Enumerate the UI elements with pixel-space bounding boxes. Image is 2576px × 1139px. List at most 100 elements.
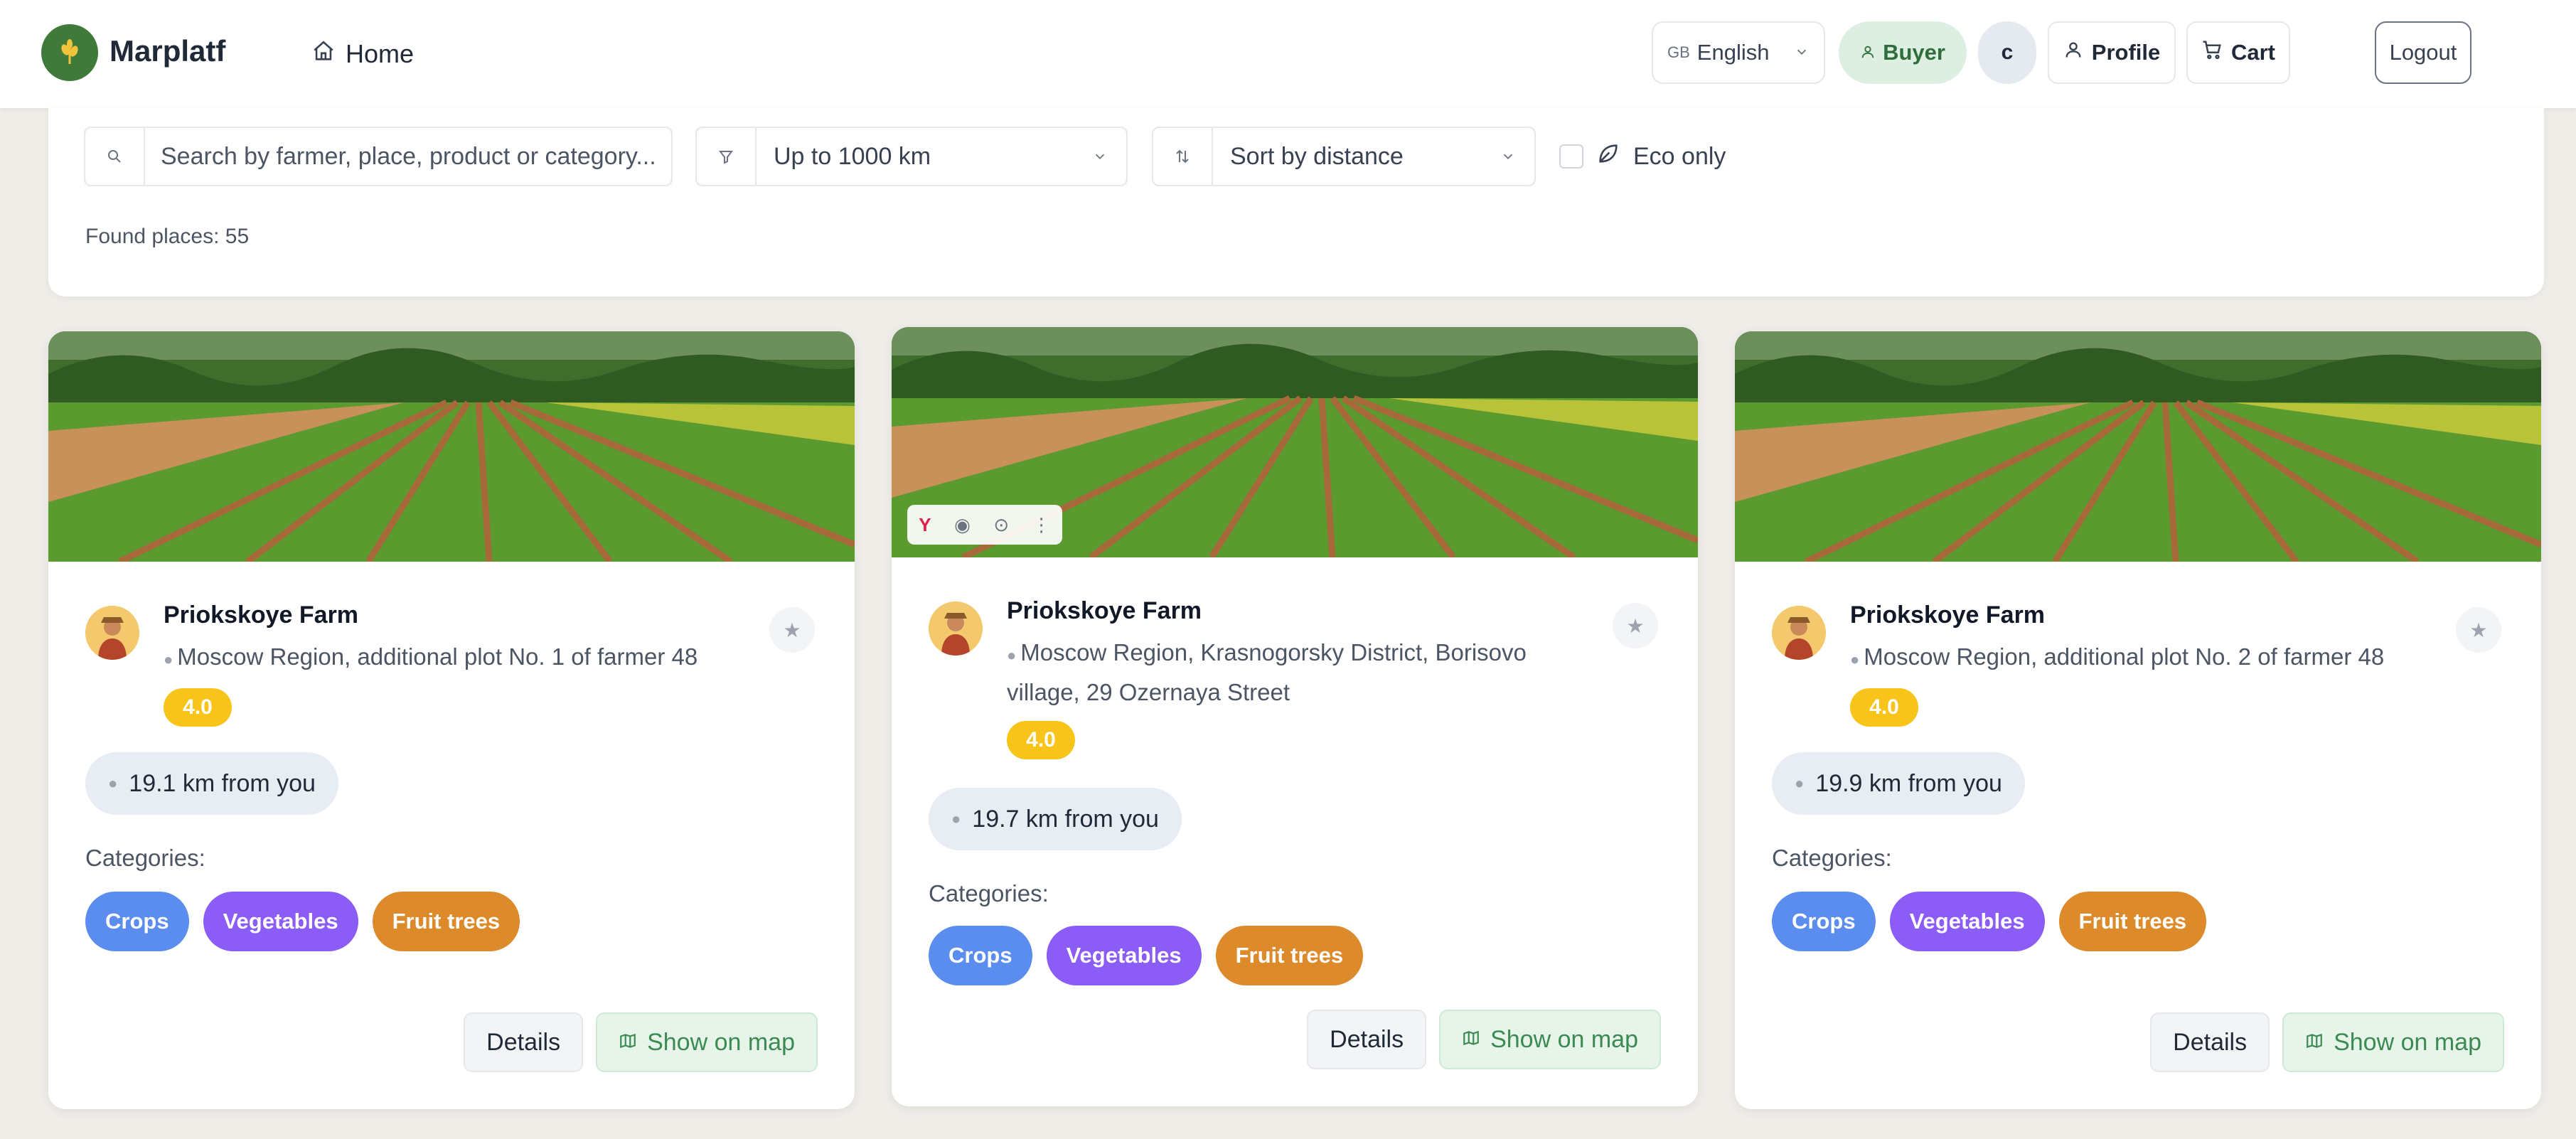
farmer-avatar bbox=[929, 601, 983, 656]
eco-label: Eco only bbox=[1633, 142, 1726, 170]
category-chip-vegetables[interactable]: Vegetables bbox=[1046, 926, 1202, 985]
search-input[interactable] bbox=[145, 142, 671, 171]
nav-home-label: Home bbox=[346, 39, 415, 68]
profile-button[interactable]: Profile bbox=[2048, 21, 2176, 84]
user-icon bbox=[2063, 40, 2083, 65]
category-chips: Crops Vegetables Fruit trees bbox=[929, 926, 1364, 985]
location-pin-icon: ● bbox=[1850, 651, 1860, 668]
location-pin-icon: ● bbox=[164, 651, 173, 668]
favorite-star-icon[interactable]: ★ bbox=[2456, 607, 2501, 653]
cart-icon bbox=[2201, 39, 2223, 66]
show-on-map-button[interactable]: Show on map bbox=[2282, 1012, 2504, 1072]
logo-icon[interactable] bbox=[41, 24, 98, 81]
home-icon bbox=[311, 39, 336, 70]
distance-badge: ● 19.9 km from you bbox=[1772, 752, 2025, 815]
cart-button[interactable]: Cart bbox=[2186, 21, 2290, 84]
search-box[interactable] bbox=[84, 127, 673, 186]
farm-name[interactable]: Priokskoye Farm bbox=[1850, 601, 2045, 629]
farm-card[interactable]: Y ◉ ⊙ ⋮ Priokskoye Farm ● Moscow Region, … bbox=[892, 327, 1698, 1106]
chevron-down-icon bbox=[1092, 143, 1126, 171]
farm-photo bbox=[1735, 331, 2541, 562]
rating-badge: 4.0 bbox=[164, 688, 232, 727]
user-avatar[interactable]: c bbox=[1978, 21, 2036, 84]
language-select[interactable]: GB English bbox=[1652, 21, 1825, 84]
favorite-star-icon[interactable]: ★ bbox=[1613, 603, 1658, 648]
eco-only-toggle[interactable]: Eco only bbox=[1559, 141, 1726, 172]
leaf-icon bbox=[1596, 141, 1620, 172]
profile-label: Profile bbox=[2091, 40, 2161, 65]
location-pin-icon: ● bbox=[1007, 646, 1017, 664]
logout-button[interactable]: Logout bbox=[2375, 21, 2471, 84]
farm-name[interactable]: Priokskoye Farm bbox=[1007, 597, 1202, 625]
role-label: Buyer bbox=[1883, 40, 1945, 65]
farm-address-text: Moscow Region, Krasnogorsky District, Bo… bbox=[1007, 639, 1527, 705]
location-pin-icon: ● bbox=[951, 810, 961, 828]
language-label: English bbox=[1696, 40, 1770, 65]
flag-icon: GB bbox=[1667, 43, 1690, 61]
location-pin-icon: ● bbox=[1795, 774, 1805, 792]
filter-icon bbox=[697, 128, 757, 185]
image-toolbar: Y ◉ ⊙ ⋮ bbox=[907, 505, 1062, 545]
cart-label: Cart bbox=[2230, 40, 2275, 65]
farmer-avatar bbox=[85, 606, 139, 660]
category-chip-vegetables[interactable]: Vegetables bbox=[203, 892, 358, 951]
filter-panel: Up to 1000 km Sort by distance Eco only … bbox=[48, 108, 2544, 296]
card-actions: Details Show on map bbox=[2150, 1012, 2504, 1072]
rating-badge: 4.0 bbox=[1850, 688, 1918, 727]
eco-checkbox[interactable] bbox=[1559, 144, 1583, 169]
farm-address-text: Moscow Region, additional plot No. 2 of … bbox=[1864, 643, 2385, 670]
categories-label: Categories: bbox=[929, 880, 1049, 907]
top-header: Marplatf Home GB English Buyer c Profile bbox=[0, 0, 2576, 108]
category-chip-fruit-trees[interactable]: Fruit trees bbox=[2058, 892, 2207, 951]
category-chip-crops[interactable]: Crops bbox=[85, 892, 189, 951]
farmer-avatar bbox=[1772, 606, 1826, 660]
farm-address: ● Moscow Region, additional plot No. 1 of… bbox=[164, 638, 761, 678]
card-actions: Details Show on map bbox=[1307, 1010, 1661, 1069]
distance-text: 19.1 km from you bbox=[129, 769, 316, 797]
show-on-map-button[interactable]: Show on map bbox=[1439, 1010, 1661, 1069]
search-icon bbox=[85, 128, 145, 185]
chevron-down-icon bbox=[1794, 40, 1810, 65]
distance-badge: ● 19.1 km from you bbox=[85, 752, 338, 815]
found-count: Found places: 55 bbox=[85, 225, 250, 248]
more-vertical-icon[interactable]: ⋮ bbox=[1032, 514, 1051, 536]
show-on-map-label: Show on map bbox=[647, 1028, 795, 1056]
farm-card[interactable]: Priokskoye Farm ● Moscow Region, addition… bbox=[1735, 331, 2541, 1109]
sort-icon bbox=[1153, 128, 1213, 185]
radius-select[interactable]: Up to 1000 km bbox=[695, 127, 1128, 186]
category-chip-crops[interactable]: Crops bbox=[929, 926, 1032, 985]
category-chips: Crops Vegetables Fruit trees bbox=[85, 892, 520, 951]
distance-text: 19.9 km from you bbox=[1815, 769, 2002, 797]
sort-select[interactable]: Sort by distance bbox=[1152, 127, 1536, 186]
show-on-map-button[interactable]: Show on map bbox=[596, 1012, 818, 1072]
map-icon bbox=[1462, 1026, 1480, 1054]
distance-text: 19.7 km from you bbox=[972, 805, 1159, 833]
details-button[interactable]: Details bbox=[2150, 1012, 2270, 1072]
favorite-star-icon[interactable]: ★ bbox=[769, 607, 815, 653]
map-icon bbox=[619, 1029, 637, 1057]
details-button[interactable]: Details bbox=[1307, 1010, 1427, 1069]
farm-address-text: Moscow Region, additional plot No. 1 of … bbox=[177, 643, 698, 670]
eye-icon[interactable]: ◉ bbox=[954, 514, 971, 536]
nav-home-link[interactable]: Home bbox=[311, 36, 414, 73]
category-chip-vegetables[interactable]: Vegetables bbox=[1889, 892, 2045, 951]
farm-name[interactable]: Priokskoye Farm bbox=[164, 601, 358, 629]
yandex-icon[interactable]: Y bbox=[919, 514, 931, 536]
show-on-map-label: Show on map bbox=[2334, 1028, 2481, 1056]
farm-address: ● Moscow Region, Krasnogorsky District, B… bbox=[1007, 634, 1604, 711]
details-button[interactable]: Details bbox=[464, 1012, 584, 1072]
camera-search-icon[interactable]: ⊙ bbox=[993, 514, 1009, 536]
category-chip-fruit-trees[interactable]: Fruit trees bbox=[372, 892, 520, 951]
category-chip-crops[interactable]: Crops bbox=[1772, 892, 1876, 951]
category-chips: Crops Vegetables Fruit trees bbox=[1772, 892, 2207, 951]
radius-value: Up to 1000 km bbox=[774, 142, 931, 170]
categories-label: Categories: bbox=[1772, 845, 1892, 871]
rating-badge: 4.0 bbox=[1007, 721, 1075, 759]
brand-name[interactable]: Marplatf bbox=[109, 34, 225, 68]
farm-photo bbox=[48, 331, 855, 562]
farm-address: ● Moscow Region, additional plot No. 2 of… bbox=[1850, 638, 2447, 678]
farm-card[interactable]: Priokskoye Farm ● Moscow Region, addition… bbox=[48, 331, 855, 1109]
categories-label: Categories: bbox=[85, 845, 205, 871]
chevron-down-icon bbox=[1500, 143, 1534, 171]
category-chip-fruit-trees[interactable]: Fruit trees bbox=[1215, 926, 1364, 985]
